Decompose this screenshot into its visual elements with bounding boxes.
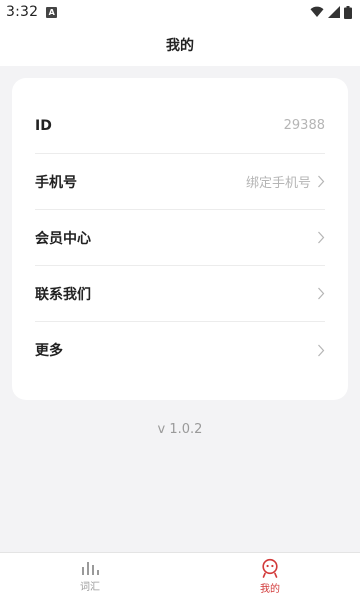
profile-card: ID 29388 手机号 绑定手机号 会员中心 联系我们 更多: [12, 78, 348, 400]
row-contact-us-right: [317, 287, 325, 300]
row-more-label: 更多: [35, 343, 63, 359]
chevron-right-icon: [317, 175, 325, 188]
profile-face-icon: [262, 558, 278, 578]
user-id-value: 29388: [283, 118, 325, 133]
status-time: 3:32: [6, 4, 39, 20]
tab-vocabulary-label: 词汇: [80, 582, 100, 593]
row-phone-label: 手机号: [35, 174, 77, 191]
row-phone[interactable]: 手机号 绑定手机号: [35, 154, 325, 210]
profile-row-list: ID 29388 手机号 绑定手机号 会员中心 联系我们 更多: [35, 98, 325, 378]
row-contact-us-label: 联系我们: [35, 286, 91, 303]
chevron-right-icon: [317, 231, 325, 244]
bar-chart-icon: [82, 562, 99, 575]
chevron-right-icon: [317, 287, 325, 300]
row-id-right: 29388: [284, 118, 325, 133]
app-version: v 1.0.2: [157, 422, 203, 437]
row-id: ID 29388: [35, 98, 325, 154]
bind-phone-value: 绑定手机号: [245, 176, 311, 191]
status-left: 3:32 A: [6, 4, 58, 20]
cellular-signal-icon: [328, 6, 340, 18]
row-more-right: [317, 344, 325, 357]
row-phone-right: 绑定手机号: [246, 172, 325, 191]
row-membership-label: 会员中心: [35, 230, 91, 247]
notification-app-icon: A: [46, 6, 58, 18]
wifi-icon: [310, 6, 324, 17]
status-bar: 3:32 A: [0, 0, 360, 24]
page-title: 我的: [166, 38, 194, 54]
chevron-right-icon: [317, 344, 325, 357]
tab-mine-label: 我的: [260, 584, 280, 595]
tab-mine[interactable]: 我的: [180, 553, 360, 600]
bottom-tab-bar: 词汇 我的: [0, 552, 360, 600]
tab-vocabulary[interactable]: 词汇: [0, 553, 180, 600]
row-contact-us[interactable]: 联系我们: [35, 266, 325, 322]
row-more[interactable]: 更多: [35, 322, 325, 378]
row-id-label: ID: [35, 117, 52, 134]
header: 我的: [0, 24, 360, 66]
battery-icon: [344, 5, 352, 19]
status-right: [310, 5, 352, 19]
row-membership[interactable]: 会员中心: [35, 210, 325, 266]
row-membership-right: [317, 231, 325, 244]
